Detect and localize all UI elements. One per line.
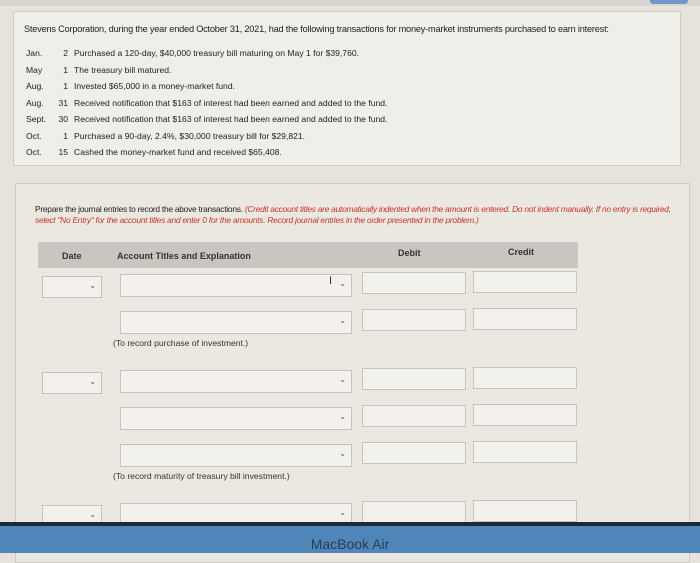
- account-select[interactable]: ⌄: [120, 311, 352, 334]
- journal-table-header: Date Account Titles and Explanation Debi…: [38, 242, 578, 268]
- transaction-month: Jan.: [26, 48, 43, 58]
- browser-top-bar: [0, 0, 700, 6]
- transaction-text: Cashed the money-market fund and receive…: [74, 147, 282, 157]
- transaction-day: 1: [63, 130, 68, 141]
- transaction-month: Oct.: [26, 130, 42, 141]
- debit-input[interactable]: [362, 309, 466, 331]
- transaction-text: The treasury bill matured.: [74, 64, 172, 75]
- transaction-item: Aug. 31 Received notification that $163 of…: [26, 98, 387, 108]
- chevron-down-icon: ⌄: [89, 377, 96, 386]
- debit-input[interactable]: [362, 368, 466, 390]
- problem-intro: Stevens Corporation, during the year end…: [24, 24, 609, 34]
- chevron-down-icon: ⌄: [89, 510, 96, 519]
- top-button[interactable]: [650, 0, 688, 4]
- chevron-down-icon: ⌄: [89, 281, 96, 290]
- chevron-down-icon: ⌄: [339, 316, 346, 325]
- date-select[interactable]: ⌄: [42, 372, 102, 394]
- transaction-text: Received notification that $163 of inter…: [74, 97, 388, 108]
- transaction-item: Sept. 30 Received notification that $163 o…: [26, 114, 387, 124]
- transaction-month: Aug.: [26, 97, 44, 108]
- transaction-day: 15: [58, 147, 68, 157]
- transaction-month: Sept.: [26, 114, 47, 124]
- header-credit: Credit: [508, 247, 535, 257]
- laptop-bezel: MacBook Air: [0, 522, 700, 553]
- header-debit: Debit: [398, 248, 421, 258]
- transaction-day: 31: [58, 97, 68, 108]
- credit-input[interactable]: [473, 367, 577, 389]
- chevron-down-icon: ⌄: [339, 375, 346, 384]
- problem-panel: Stevens Corporation, during the year end…: [13, 11, 681, 166]
- transaction-item: Oct. 1 Purchased a 90-day, 2.4%, $30,000 t…: [26, 131, 305, 141]
- chevron-down-icon: ⌄: [339, 508, 346, 517]
- debit-input[interactable]: [362, 405, 466, 427]
- transaction-text: Purchased a 120-day, $40,000 treasury bi…: [74, 48, 360, 58]
- account-select[interactable]: ⌄: [120, 407, 352, 430]
- debit-input[interactable]: [362, 501, 466, 523]
- transaction-day: 2: [63, 48, 68, 58]
- instructions: Prepare the journal entries to record th…: [35, 204, 675, 226]
- chevron-down-icon: ⌄: [339, 412, 346, 421]
- instruction-text: Prepare the journal entries to record th…: [35, 204, 243, 214]
- header-date: Date: [62, 251, 82, 261]
- entry-explanation: (To record maturity of treasury bill inv…: [113, 471, 290, 481]
- debit-input[interactable]: [362, 272, 466, 294]
- transaction-month: Aug.: [26, 81, 44, 91]
- text-cursor-icon: I: [329, 275, 333, 287]
- transaction-text: Received notification that $163 of inter…: [74, 114, 388, 124]
- credit-input[interactable]: [473, 500, 577, 522]
- transaction-item: Jan. 2 Purchased a 120-day, $40,000 treasu…: [26, 48, 359, 58]
- account-select[interactable]: ⌄: [120, 444, 352, 467]
- credit-input[interactable]: [473, 271, 577, 293]
- credit-input[interactable]: [473, 404, 577, 426]
- transaction-month: Oct.: [26, 147, 42, 157]
- chevron-down-icon: ⌄: [339, 279, 346, 288]
- credit-input[interactable]: [473, 308, 577, 330]
- chevron-down-icon: ⌄: [339, 449, 346, 458]
- credit-input[interactable]: [473, 441, 577, 463]
- transaction-day: 1: [63, 81, 68, 91]
- journal-task-panel: Prepare the journal entries to record th…: [15, 183, 690, 563]
- transaction-text: Invested $65,000 in a money-market fund.: [74, 81, 235, 91]
- account-select[interactable]: ⌄: [120, 370, 352, 393]
- device-brand: MacBook Air: [310, 536, 390, 552]
- transaction-day: 30: [58, 114, 68, 124]
- transaction-month: May: [26, 64, 43, 75]
- transaction-item: Aug. 1 Invested $65,000 in a money-market …: [26, 81, 235, 91]
- transaction-item: Oct. 15 Cashed the money-market fund and r…: [26, 147, 282, 157]
- entry-explanation: (To record purchase of investment.): [113, 338, 249, 348]
- header-account: Account Titles and Explanation: [117, 251, 251, 261]
- date-select[interactable]: ⌄: [42, 276, 102, 298]
- debit-input[interactable]: [362, 442, 466, 464]
- transaction-item: May 1 The treasury bill matured.: [26, 65, 171, 75]
- account-select[interactable]: ⌄: [120, 274, 352, 297]
- transaction-day: 1: [63, 64, 68, 75]
- transaction-text: Purchased a 90-day, 2.4%, $30,000 treasu…: [74, 130, 306, 141]
